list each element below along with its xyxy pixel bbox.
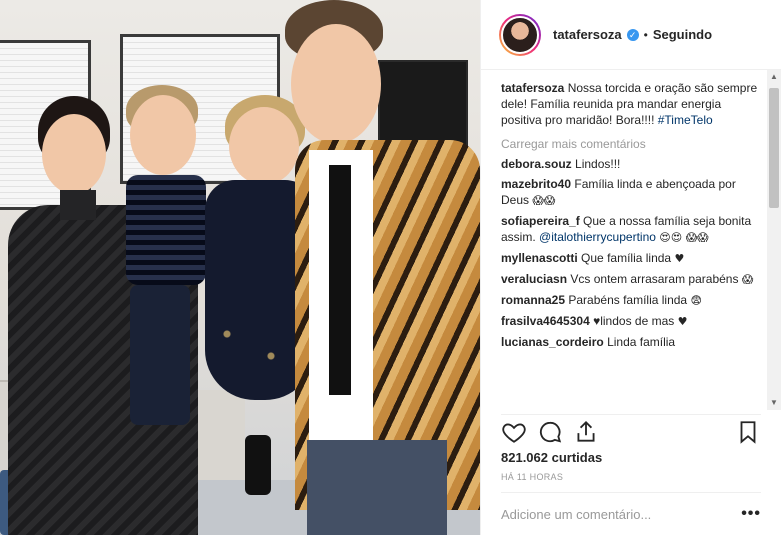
comment-emoji: 😱 [741, 273, 754, 286]
comment-username[interactable]: lucianas_cordeiro [501, 335, 604, 349]
comments-list: tatafersoza Nossa torcida e oração são s… [501, 80, 763, 410]
comment-emoji: ♥ [674, 252, 685, 265]
comment-emoji: 😍😍 😱😱 [659, 231, 709, 244]
post-timestamp: HÁ 11 HORAS [501, 472, 564, 482]
comment-item: myllenascotti Que família linda ♥ [501, 250, 763, 267]
comment-item: romanna25 Parabéns família linda 😨 [501, 292, 763, 309]
comment-item: debora.souz Lindos!!! [501, 156, 763, 172]
post-photo[interactable] [0, 0, 480, 535]
comment-item: lucianas_cordeiro Linda família [501, 334, 763, 350]
comment-username[interactable]: frasilva4645304 [501, 314, 590, 328]
comment-username[interactable]: sofiapereira_f [501, 214, 580, 228]
comment-text: Lindos!!! [575, 157, 621, 171]
post-panel: tatafersoza ✓ • Seguindo tatafersoza Nos… [480, 0, 781, 535]
scroll-down-arrow-icon[interactable]: ▼ [767, 396, 781, 410]
comment-username[interactable]: myllenascotti [501, 251, 578, 265]
likes-count[interactable]: 821.062 curtidas [501, 450, 602, 465]
caption-hashtag[interactable]: #TimeTelo [658, 113, 713, 127]
heart-icon[interactable] [501, 419, 527, 445]
comment-item: sofiapereira_f Que a nossa família seja … [501, 213, 763, 246]
scrollbar-thumb[interactable] [769, 88, 779, 208]
add-comment-bar: Adicione um comentário... ••• [501, 492, 761, 535]
load-more-comments[interactable]: Carregar mais comentários [501, 136, 763, 152]
comment-item: frasilva4645304 ♥lindos de mas ♥ [501, 313, 763, 330]
bookmark-icon[interactable] [735, 419, 761, 445]
action-bar [501, 414, 761, 444]
header-username[interactable]: tatafersoza [553, 27, 622, 42]
caption-username[interactable]: tatafersoza [501, 81, 564, 95]
following-button[interactable]: Seguindo [653, 27, 712, 42]
comment-item: mazebrito40 Família linda e abençoada po… [501, 176, 763, 209]
comments-scrollbar[interactable]: ▲ ▼ [767, 70, 781, 410]
post-header: tatafersoza ✓ • Seguindo [481, 0, 781, 70]
comment-text: Parabéns família linda [568, 293, 688, 307]
more-options-icon[interactable]: ••• [741, 505, 761, 523]
comment-text: Vcs ontem arrasaram parabéns [570, 272, 739, 286]
comment-text: Linda família [607, 335, 676, 349]
separator-dot: • [643, 27, 648, 42]
comment-text: ♥lindos de mas [593, 314, 675, 328]
comment-emoji: 😨 [690, 294, 702, 307]
scroll-up-arrow-icon[interactable]: ▲ [767, 70, 781, 84]
comment-bubble-icon[interactable] [537, 419, 563, 445]
caption: tatafersoza Nossa torcida e oração são s… [501, 80, 763, 128]
comment-username[interactable]: mazebrito40 [501, 177, 571, 191]
add-comment-input[interactable]: Adicione um comentário... [501, 507, 651, 522]
comment-username[interactable]: veraluciasn [501, 272, 567, 286]
comment-text: Que família linda [581, 251, 672, 265]
man-figure [285, 0, 480, 535]
share-icon[interactable] [573, 419, 599, 445]
comment-mention[interactable]: @italothierrycupertino [539, 230, 656, 244]
comment-emoji: ♥ [677, 315, 688, 328]
comment-username[interactable]: romanna25 [501, 293, 565, 307]
profile-avatar[interactable] [499, 13, 541, 56]
comment-emoji: 😱😱 [532, 194, 556, 207]
verified-badge-icon: ✓ [626, 28, 639, 41]
comment-username[interactable]: debora.souz [501, 157, 572, 171]
comment-item: veraluciasn Vcs ontem arrasaram parabéns… [501, 271, 763, 288]
